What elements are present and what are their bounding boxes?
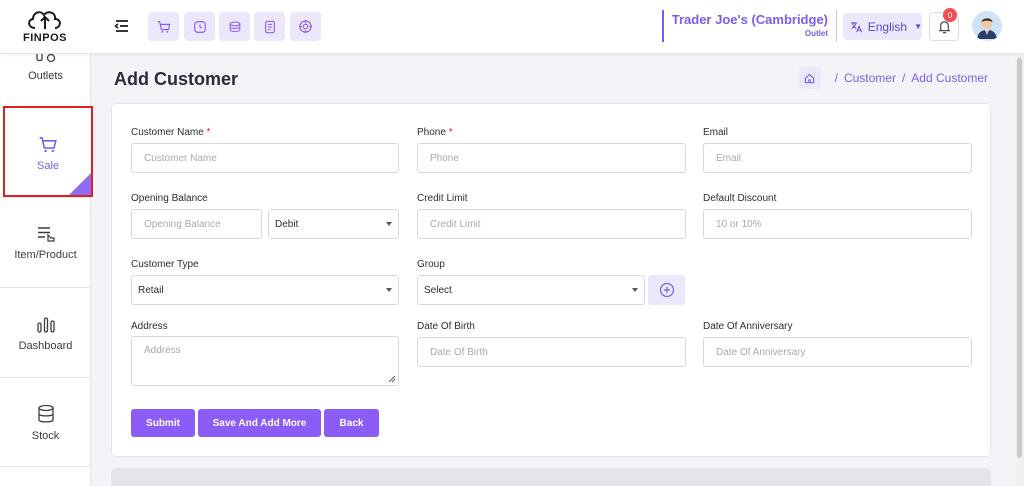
sidebar-item-label: Outlets — [28, 70, 63, 82]
home-icon — [804, 73, 815, 83]
database-icon — [37, 404, 54, 423]
divider — [0, 287, 91, 288]
customer-name-input[interactable] — [131, 143, 399, 173]
divider — [0, 377, 91, 378]
notification-count-badge: 0 — [943, 8, 957, 22]
sidebar-item-sale[interactable]: Sale — [3, 106, 93, 197]
breadcrumb-current: Add Customer — [911, 71, 988, 85]
sidebar-item-outlets[interactable]: Outlets — [0, 54, 91, 82]
pos-cart-button[interactable] — [148, 12, 179, 41]
sidebar-item-label: Stock — [31, 430, 60, 442]
cart-icon — [39, 137, 57, 153]
breadcrumb-separator: / — [901, 71, 906, 85]
caret-down-icon — [386, 222, 392, 226]
address-label: Address — [131, 321, 168, 332]
menu-collapse-icon[interactable] — [112, 16, 132, 36]
balance-type-select[interactable]: Debit — [268, 209, 399, 239]
language-dropdown[interactable]: English ▼ — [843, 13, 922, 40]
top-header: FINPOS Trader Joe's (Cambridge) Outlet E… — [0, 0, 1024, 54]
sidebar-item-dashboard[interactable]: Dashboard — [0, 314, 91, 352]
address-textarea[interactable] — [131, 336, 399, 386]
dob-input[interactable] — [417, 337, 686, 367]
clock-button[interactable] — [184, 12, 215, 41]
email-label: Email — [703, 127, 729, 138]
credit-limit-input[interactable] — [417, 209, 686, 239]
finpos-logo[interactable]: FINPOS — [22, 6, 68, 48]
caret-down-icon — [386, 288, 392, 292]
anniversary-label: Date Of Anniversary — [703, 321, 793, 332]
anniversary-input[interactable] — [703, 337, 972, 367]
submit-button[interactable]: Submit — [131, 409, 195, 437]
breadcrumb-separator: / — [834, 71, 838, 85]
caret-down-icon: ▼ — [914, 22, 922, 31]
balance-type-value: Debit — [275, 218, 299, 230]
scrollbar-thumb[interactable] — [1017, 58, 1022, 458]
active-indicator — [69, 173, 91, 195]
group-value: Select — [424, 284, 452, 296]
phone-label: Phone * — [417, 127, 453, 138]
divider — [0, 197, 91, 198]
outlet-name: Trader Joe's (Cambridge) — [671, 12, 828, 27]
plus-circle-icon — [659, 282, 674, 298]
opening-balance-input[interactable] — [131, 209, 262, 239]
sidebar-item-stock[interactable]: Stock — [0, 404, 91, 442]
save-and-add-more-button[interactable]: Save And Add More — [198, 409, 321, 437]
language-label: English — [867, 19, 908, 34]
page-title: Add Customer — [114, 69, 239, 89]
back-button[interactable]: Back — [324, 409, 379, 437]
phone-input[interactable] — [417, 143, 686, 173]
target-button[interactable] — [290, 12, 321, 41]
group-label: Group — [417, 259, 445, 270]
user-avatar[interactable] — [972, 11, 1002, 41]
clock-icon — [193, 20, 206, 33]
sidebar-item-product[interactable]: Item/Product — [0, 225, 91, 261]
footer-bar — [111, 468, 991, 486]
customer-name-label: Customer Name * — [131, 127, 211, 138]
outlets-icon — [35, 54, 55, 63]
cart-icon — [157, 20, 170, 33]
credit-limit-label: Credit Limit — [417, 193, 468, 204]
item-list-icon — [37, 227, 55, 242]
translate-icon — [851, 21, 862, 32]
logo-text: FINPOS — [23, 32, 67, 44]
coins-button[interactable] — [219, 12, 250, 41]
default-discount-label: Default Discount — [703, 193, 777, 204]
breadcrumb-customer[interactable]: Customer — [844, 71, 896, 85]
group-select[interactable]: Select — [417, 275, 645, 305]
crosshair-icon — [298, 19, 313, 34]
default-discount-input[interactable] — [703, 209, 972, 239]
coins-icon — [229, 20, 240, 32]
divider — [0, 466, 91, 467]
outlet-label: Outlet — [804, 29, 828, 38]
customer-type-label: Customer Type — [131, 259, 199, 270]
customer-type-select[interactable]: Retail — [131, 275, 399, 305]
sidebar-item-label: Dashboard — [18, 340, 73, 352]
sidebar-item-label: Item/Product — [14, 249, 77, 261]
breadcrumb: / Customer / Add Customer — [798, 67, 988, 89]
cloud-upload-icon — [28, 11, 61, 29]
outlet-selector[interactable]: Trader Joe's (Cambridge) Outlet — [662, 10, 837, 42]
opening-balance-label: Opening Balance — [131, 193, 208, 204]
email-input[interactable] — [703, 143, 972, 173]
customer-type-value: Retail — [138, 284, 164, 296]
invoice-icon — [264, 20, 275, 33]
caret-down-icon — [632, 288, 638, 292]
sidebar-item-label: Sale — [36, 160, 60, 172]
user-avatar-icon — [972, 11, 1002, 41]
invoice-button[interactable] — [254, 12, 285, 41]
bar-chart-icon — [36, 317, 55, 333]
breadcrumb-home[interactable] — [798, 67, 821, 89]
sidebar: Outlets Sale Item/Product Dashboard Stoc… — [0, 54, 93, 486]
add-group-button[interactable] — [648, 275, 685, 305]
resize-handle-icon[interactable] — [388, 375, 396, 383]
dob-label: Date Of Birth — [417, 321, 475, 332]
